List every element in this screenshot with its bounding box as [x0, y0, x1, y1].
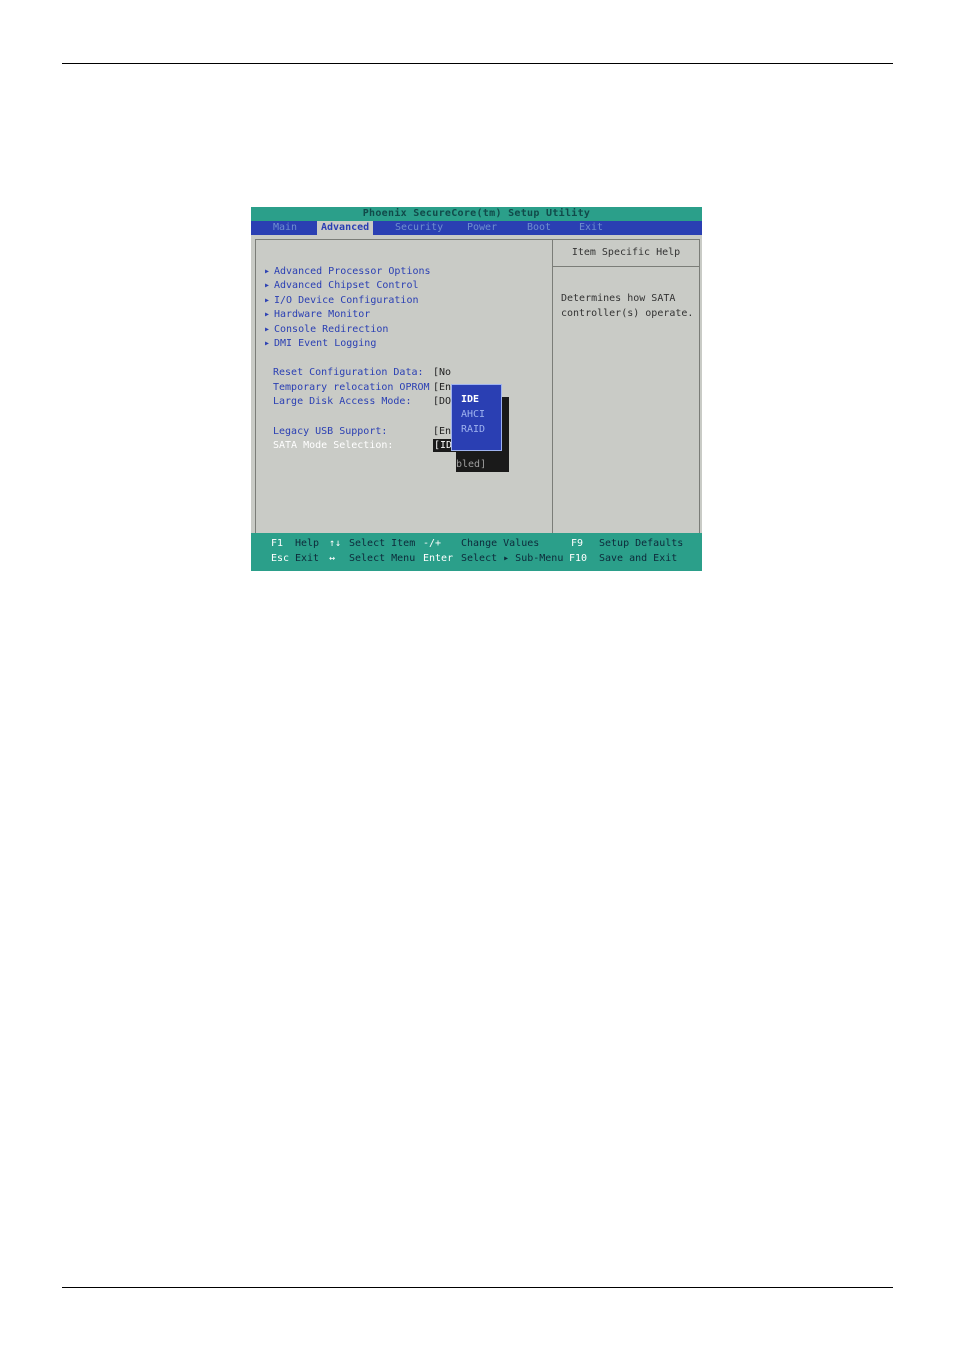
bottom-rule [62, 1287, 893, 1288]
popup-option-ahci[interactable]: AHCI [461, 408, 485, 421]
submenu-arrow-icon: ▸ [264, 266, 271, 277]
setting-value-temporary-relocation-oprom[interactable]: [En [433, 381, 451, 394]
key-up-down: ↑↓ [329, 538, 342, 549]
menu-security[interactable]: Security [395, 221, 443, 235]
settings-panel: ▸ Advanced Processor Options ▸ Advanced Ch… [255, 239, 553, 535]
submenu-console-redirection[interactable]: ▸ Console Redirection [264, 323, 388, 336]
key-f1-desc: Help [295, 538, 320, 549]
key-esc: Esc [271, 553, 290, 564]
submenu-hardware-monitor[interactable]: ▸ Hardware Monitor [264, 308, 370, 321]
help-line: controller(s) operate. [561, 308, 694, 319]
help-line: Determines how SATA [561, 293, 676, 304]
key-left-right: ↔ [329, 553, 336, 564]
submenu-io-device-configuration[interactable]: ▸ I/O Device Configuration [264, 294, 419, 307]
setting-label-large-disk-access-mode: Large Disk Access Mode: [273, 396, 412, 407]
help-panel: Item Specific Help Determines how SATA c… [552, 239, 700, 535]
setting-value-reset-configuration-data[interactable]: [No [433, 366, 451, 379]
key-f10-desc: Save and Exit [599, 553, 678, 564]
key-esc-desc: Exit [295, 553, 320, 564]
sata-mode-popup: IDE AHCI RAID [451, 384, 502, 451]
help-title: Item Specific Help [553, 240, 699, 267]
popup-option-ide[interactable]: IDE [461, 393, 479, 406]
setting-label-temporary-relocation-oprom: Temporary relocation OPROM [273, 382, 430, 393]
setting-value-large-disk-access-mode[interactable]: [DO [433, 395, 451, 408]
key-plus-minus: -/+ [423, 538, 442, 549]
bios-title-bar: Phoenix SecureCore(tm) Setup Utility [251, 207, 702, 221]
menu-exit[interactable]: Exit [579, 221, 603, 235]
submenu-arrow-icon: ▸ [264, 338, 271, 349]
submenu-dmi-event-logging[interactable]: ▸ DMI Event Logging [264, 337, 376, 350]
menu-power[interactable]: Power [467, 221, 497, 235]
bios-title: Phoenix SecureCore(tm) Setup Utility [362, 208, 591, 219]
key-left-right-desc: Select Menu [349, 553, 416, 564]
top-rule [62, 63, 893, 64]
popup-option-raid[interactable]: RAID [461, 423, 485, 436]
setting-label-legacy-usb-support: Legacy USB Support: [273, 426, 388, 437]
menu-main[interactable]: Main [273, 221, 297, 235]
submenu-advanced-processor-options[interactable]: ▸ Advanced Processor Options [264, 265, 431, 278]
popup-trailing-text: bled] [456, 459, 487, 470]
menu-advanced[interactable]: Advanced [317, 221, 374, 235]
key-plus-minus-desc: Change Values [461, 538, 540, 549]
bios-screenshot: Phoenix SecureCore(tm) Setup Utility Mai… [251, 207, 702, 571]
key-f10: F10 [569, 553, 588, 564]
key-legend: F1 Help ↑↓ Select Item -/+ Change Values… [251, 533, 702, 571]
submenu-arrow-icon: ▸ [264, 324, 271, 335]
key-up-down-desc: Select Item [349, 538, 416, 549]
setting-label-reset-configuration-data: Reset Configuration Data: [273, 367, 424, 378]
key-f9: F9 [571, 538, 584, 549]
key-f9-desc: Setup Defaults [599, 538, 684, 549]
submenu-arrow-icon: ▸ [264, 309, 271, 320]
submenu-advanced-chipset-control[interactable]: ▸ Advanced Chipset Control [264, 279, 419, 292]
submenu-arrow-icon: ▸ [264, 280, 271, 291]
submenu-arrow-icon: ▸ [264, 295, 271, 306]
key-enter: Enter [423, 553, 454, 564]
key-f1: F1 [271, 538, 284, 549]
menu-boot[interactable]: Boot [527, 221, 551, 235]
setting-label-sata-mode-selection: SATA Mode Selection: [273, 440, 394, 451]
key-enter-desc: Select ▸ Sub-Menu [461, 553, 564, 564]
bios-menu-bar: Main Advanced Security Power Boot Exit [251, 221, 702, 235]
